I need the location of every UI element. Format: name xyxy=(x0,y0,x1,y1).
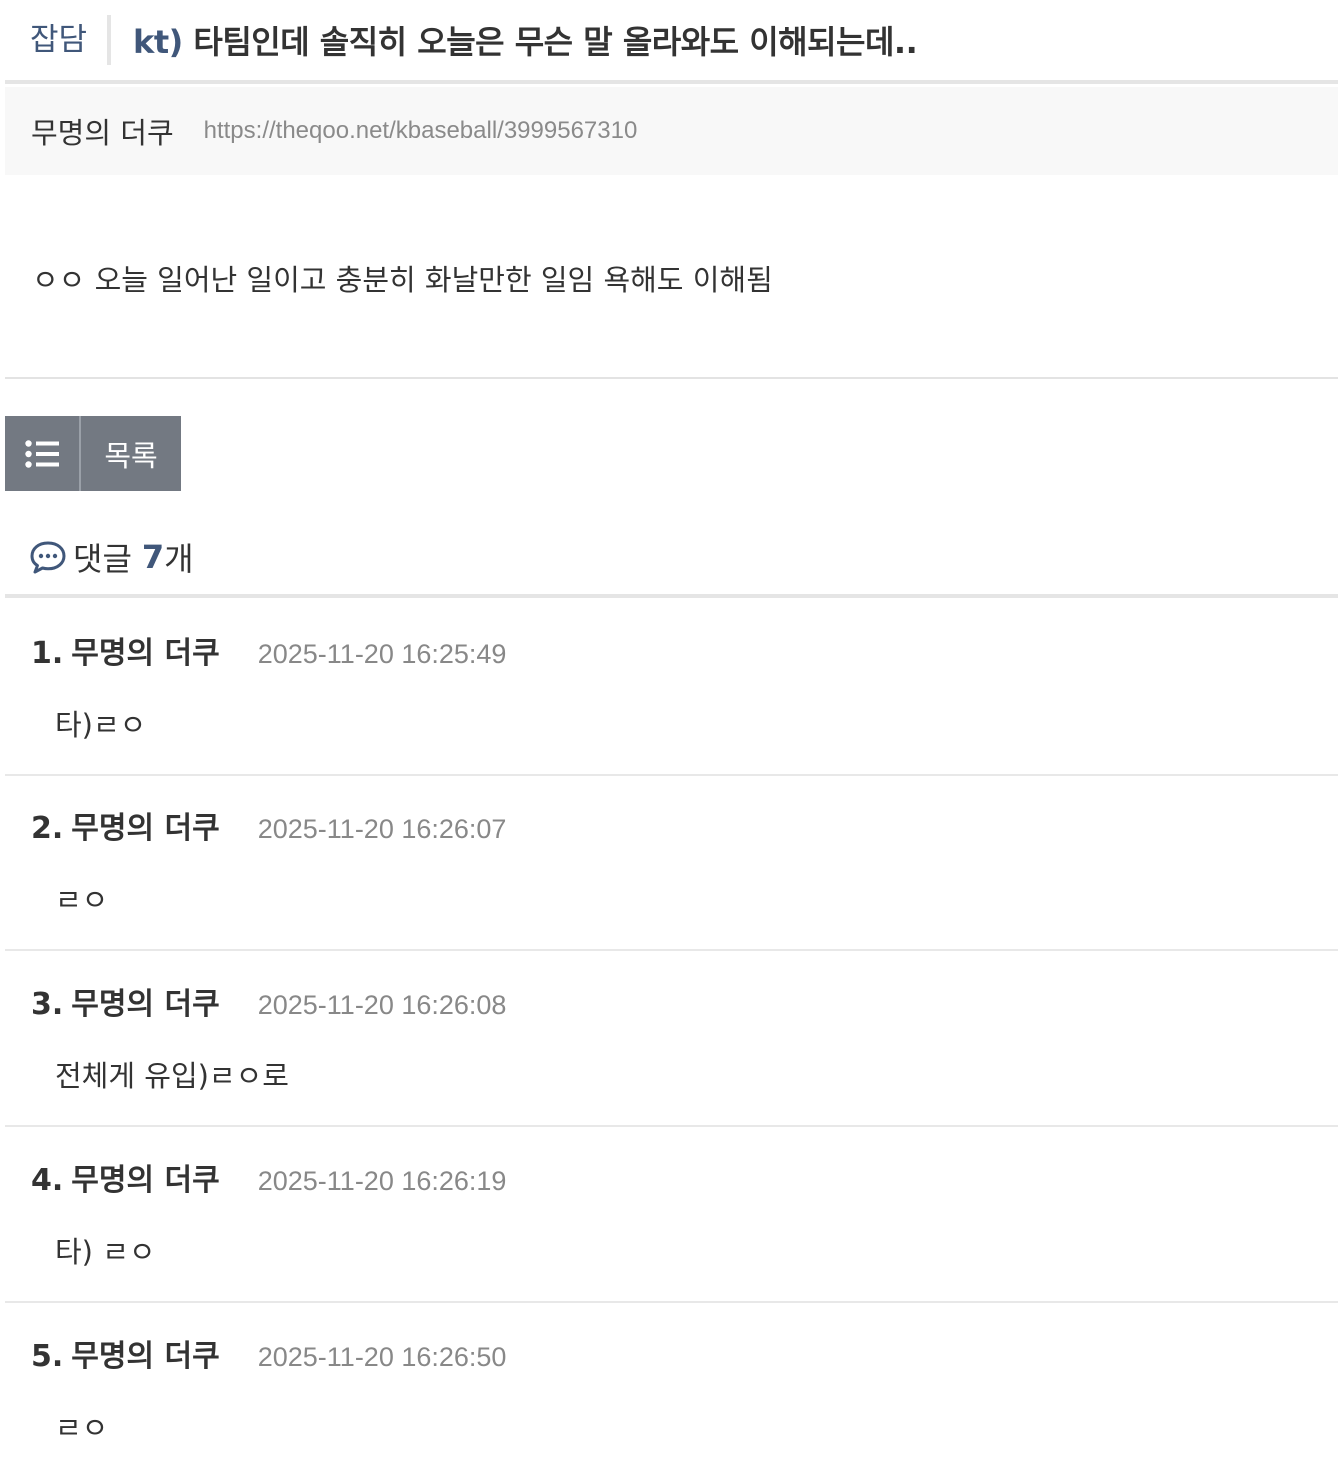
chat-bubble-icon xyxy=(30,541,66,574)
post-author: 무명의 더쿠 xyxy=(31,116,174,150)
comment-text: ㄹㅇ xyxy=(55,1411,109,1445)
comments-count: 7 xyxy=(141,538,165,576)
post-page: 잡담 kt) 타팀인데 솔직히 오늘은 무슨 말 올라와도 이해되는데.. 무명… xyxy=(0,0,1338,1460)
post-body: ㅇㅇ 오늘 일어난 일이고 충분히 화날만한 일임 욕해도 이해됨 xyxy=(5,175,1338,379)
comment-item: 3. 무명의 더쿠 2025-11-20 16:26:08 전체게 유입)ㄹㅇ로 xyxy=(5,951,1338,1127)
comment-meta: 3. 무명의 더쿠 2025-11-20 16:26:08 xyxy=(31,979,506,1023)
comment-item: 1. 무명의 더쿠 2025-11-20 16:25:49 타)ㄹㅇ xyxy=(5,600,1338,776)
post-body-text: ㅇㅇ 오늘 일어난 일이고 충분히 화날만한 일임 욕해도 이해됨 xyxy=(32,263,773,297)
list-icon xyxy=(5,416,81,491)
comment-author: 무명의 더쿠 xyxy=(71,1163,220,1198)
comment-author: 무명의 더쿠 xyxy=(71,636,220,671)
comment-date: 2025-11-20 16:26:19 xyxy=(257,1166,507,1196)
comment-item: 2. 무명의 더쿠 2025-11-20 16:26:07 ㄹㅇ xyxy=(5,775,1338,951)
comment-number: 2. xyxy=(31,811,64,846)
comment-author: 무명의 더쿠 xyxy=(71,987,220,1022)
post-title-bar: 잡담 kt) 타팀인데 솔직히 오늘은 무슨 말 올라와도 이해되는데.. xyxy=(5,0,1338,84)
comment-meta: 1. 무명의 더쿠 2025-11-20 16:25:49 xyxy=(31,628,506,672)
comment-date: 2025-11-20 16:25:49 xyxy=(257,639,507,669)
comments-label: 댓글 xyxy=(73,540,132,578)
list-button[interactable]: 목록 xyxy=(5,416,181,491)
comment-text: 타) ㄹㅇ xyxy=(55,1235,156,1269)
comment-number: 1. xyxy=(31,636,64,671)
comments-count-unit: 개 xyxy=(164,540,194,578)
comment-date: 2025-11-20 16:26:08 xyxy=(257,990,507,1020)
post-category[interactable]: 잡담 xyxy=(5,15,112,65)
comment-date: 2025-11-20 16:26:07 xyxy=(257,814,507,844)
list-button-label: 목록 xyxy=(104,438,158,473)
post-title: kt) 타팀인데 솔직히 오늘은 무슨 말 올라와도 이해되는데.. xyxy=(111,17,918,63)
comment-author: 무명의 더쿠 xyxy=(71,811,220,846)
comment-meta: 2. 무명의 더쿠 2025-11-20 16:26:07 xyxy=(31,803,506,847)
post-title-text: 타팀인데 솔직히 오늘은 무슨 말 올라와도 이해되는데.. xyxy=(182,23,918,61)
post-info-bar: 무명의 더쿠 https://theqoo.net/kbaseball/3999… xyxy=(5,87,1338,175)
comment-number: 4. xyxy=(31,1163,64,1198)
comment-meta: 4. 무명의 더쿠 2025-11-20 16:26:19 xyxy=(31,1155,506,1199)
comment-date: 2025-11-20 16:26:50 xyxy=(257,1342,507,1372)
comment-number: 5. xyxy=(31,1339,64,1374)
comment-item: 4. 무명의 더쿠 2025-11-20 16:26:19 타) ㄹㅇ xyxy=(5,1127,1338,1303)
comment-text: 타)ㄹㅇ xyxy=(55,708,147,742)
comment-text: ㄹㅇ xyxy=(55,883,109,917)
comment-author: 무명의 더쿠 xyxy=(71,1339,220,1374)
comments-header: 댓글 7 개 xyxy=(5,520,1338,598)
comment-text: 전체게 유입)ㄹㅇ로 xyxy=(55,1059,289,1093)
comment-item: 5. 무명의 더쿠 2025-11-20 16:26:50 ㄹㅇ xyxy=(5,1303,1338,1460)
post-url[interactable]: https://theqoo.net/kbaseball/3999567310 xyxy=(204,117,638,145)
comment-meta: 5. 무명의 더쿠 2025-11-20 16:26:50 xyxy=(31,1331,506,1375)
post-title-prefix: kt) xyxy=(133,23,183,61)
comment-number: 3. xyxy=(31,987,64,1022)
